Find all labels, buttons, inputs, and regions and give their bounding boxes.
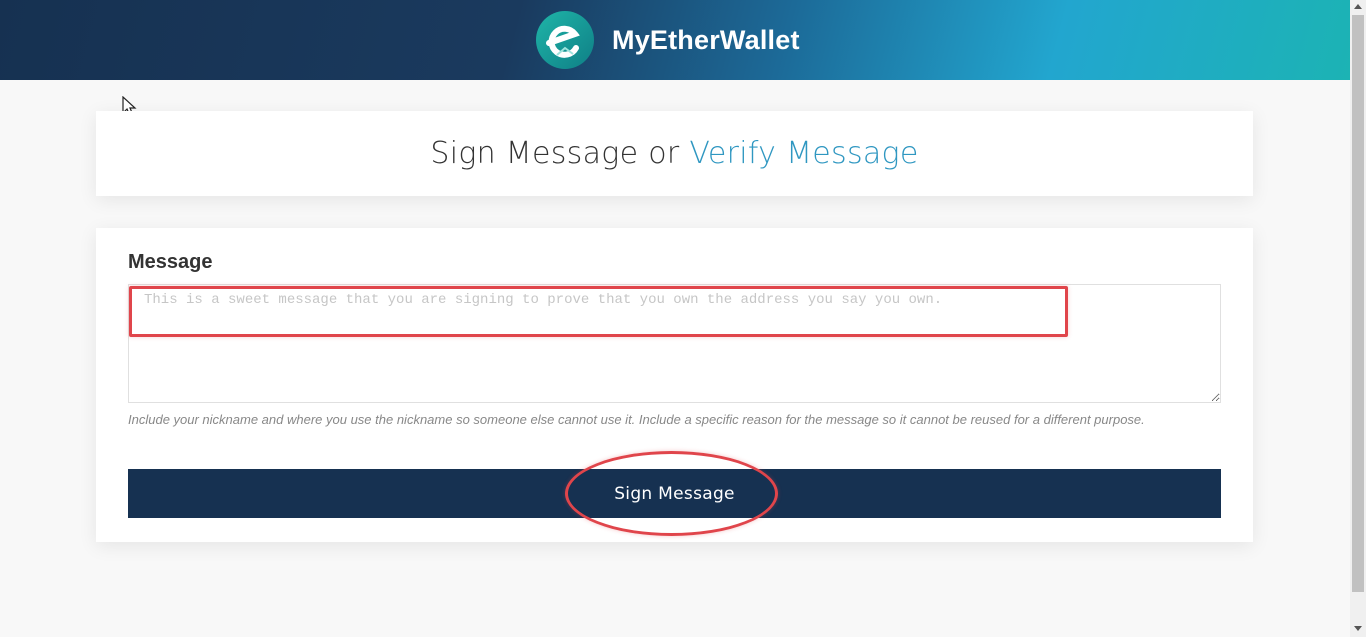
message-input[interactable] [128, 284, 1221, 403]
message-help-text: Include your nickname and where you use … [128, 412, 1145, 427]
scroll-down-icon[interactable] [1354, 626, 1362, 631]
app-name: MyEtherWallet [612, 24, 800, 55]
scroll-thumb[interactable] [1352, 15, 1364, 592]
vertical-scrollbar[interactable] [1350, 0, 1366, 637]
message-label: Message [128, 251, 213, 273]
sign-message-button[interactable]: Sign Message [128, 469, 1221, 518]
verify-message-link[interactable]: Verify Message [689, 136, 918, 171]
scroll-up-icon[interactable] [1354, 4, 1362, 9]
sign-message-title: Sign Message [430, 136, 639, 171]
sign-message-card: Message Include your nickname and where … [96, 228, 1253, 542]
page-title: Sign Message or Verify Message [430, 136, 918, 171]
brand[interactable]: MyEtherWallet [535, 10, 800, 70]
app-header: MyEtherWallet [0, 0, 1350, 80]
myetherwallet-logo-icon [536, 11, 594, 69]
title-or: or [638, 136, 690, 171]
title-card: Sign Message or Verify Message [96, 111, 1253, 196]
